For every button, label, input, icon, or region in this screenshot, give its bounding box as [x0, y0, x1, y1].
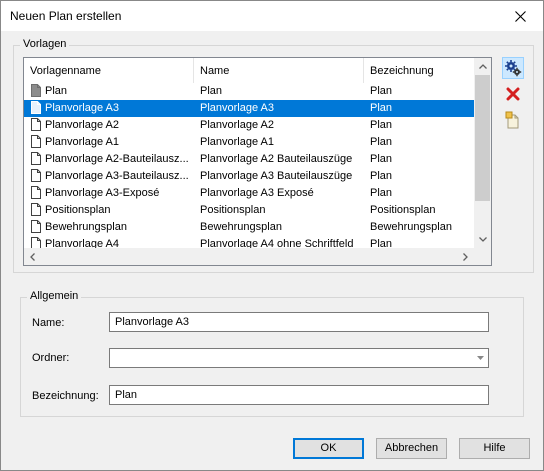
general-legend: Allgemein — [27, 290, 82, 302]
close-button[interactable] — [497, 1, 543, 31]
cell-name: Planvorlage A2 — [200, 119, 274, 131]
cell-template-name: Planvorlage A1 — [28, 134, 194, 151]
chevron-right-icon — [463, 252, 468, 261]
vertical-scrollbar[interactable] — [474, 58, 491, 248]
cell-name: Planvorlage A3 Bauteilauszüge — [200, 170, 353, 182]
cell-designation: Plan — [370, 85, 393, 97]
cell-template-name: Bewehrungsplan — [28, 219, 194, 236]
cell-template-name: Planvorlage A3-Exposé — [28, 185, 194, 202]
list-row[interactable]: Planvorlage A1 Planvorlage A1 Plan — [24, 134, 474, 151]
list-row[interactable]: Planvorlage A3-Bauteilausz... Planvorlage… — [24, 168, 474, 185]
cell-name: Positionsplan — [200, 204, 266, 216]
cancel-button[interactable]: Abbrechen — [376, 438, 447, 459]
template-name-text: Plan — [45, 85, 68, 97]
document-icon — [31, 186, 41, 199]
template-name-text: Planvorlage A2-Bauteilausz... — [45, 153, 189, 165]
scroll-left-button[interactable] — [24, 248, 41, 265]
column-header-designation[interactable]: Bezeichnung — [364, 58, 474, 83]
cell-designation: Plan — [370, 170, 393, 182]
cell-name: Planvorlage A3 Exposé — [200, 187, 314, 199]
template-settings-button[interactable] — [502, 57, 524, 79]
cell-template-name: Plan — [28, 83, 194, 100]
list-row[interactable]: Positionsplan Positionsplan Positionsplan — [24, 202, 474, 219]
cell-designation: Plan — [370, 187, 393, 199]
cell-name: Planvorlage A3 — [200, 102, 274, 114]
document-icon — [31, 118, 41, 131]
template-name-text: Planvorlage A3 — [45, 102, 119, 114]
list-rows: Plan Plan Plan Planvorlage A3 Planvorlage A3… — [24, 83, 474, 253]
folder-combobox[interactable] — [109, 348, 489, 368]
template-name-text: Planvorlage A1 — [45, 136, 119, 148]
list-row[interactable]: Planvorlage A2-Bauteilausz... Planvorlage… — [24, 151, 474, 168]
designation-label: Bezeichnung: — [32, 390, 99, 402]
cell-name: Planvorlage A2 Bauteilauszüge — [200, 153, 353, 165]
settings-gears-icon — [505, 60, 522, 77]
list-header: Vorlagenname Name Bezeichnung — [24, 58, 474, 83]
list-row[interactable]: Bewehrungsplan Bewehrungsplan Bewehrungspl… — [24, 219, 474, 236]
document-icon — [31, 169, 41, 182]
help-button[interactable]: Hilfe — [459, 438, 530, 459]
plan-icon — [31, 84, 41, 97]
scroll-right-button[interactable] — [457, 248, 474, 265]
template-name-text: Positionsplan — [45, 204, 111, 216]
vertical-scroll-thumb[interactable] — [475, 75, 490, 201]
dropdown-arrow-icon — [477, 356, 484, 360]
column-header-template-name[interactable]: Vorlagenname — [24, 58, 194, 83]
templates-legend: Vorlagen — [20, 38, 70, 50]
name-field[interactable]: Planvorlage A3 — [109, 312, 489, 332]
cell-designation: Plan — [370, 153, 393, 165]
list-row[interactable]: Planvorlage A2 Planvorlage A2 Plan — [24, 117, 474, 134]
template-name-text: Bewehrungsplan — [45, 221, 127, 233]
template-name-text: Planvorlage A2 — [45, 119, 119, 131]
new-template-button[interactable] — [502, 109, 524, 131]
cell-template-name: Planvorlage A2 — [28, 117, 194, 134]
list-row[interactable]: Plan Plan Plan — [24, 83, 474, 100]
name-label: Name: — [32, 317, 65, 329]
document-icon — [31, 203, 41, 216]
close-icon — [514, 10, 526, 22]
chevron-up-icon — [478, 64, 487, 69]
cell-template-name: Planvorlage A2-Bauteilausz... — [28, 151, 194, 168]
cell-name: Bewehrungsplan — [200, 221, 282, 233]
template-name-text: Planvorlage A3-Bauteilausz... — [45, 170, 189, 182]
list-row[interactable]: Planvorlage A3-Exposé Planvorlage A3 Expo… — [24, 185, 474, 202]
cell-designation: Plan — [370, 119, 393, 131]
delete-icon — [506, 87, 520, 101]
cell-designation: Plan — [370, 136, 393, 148]
document-icon — [31, 101, 41, 114]
title-bar: Neuen Plan erstellen — [1, 1, 543, 31]
scroll-down-button[interactable] — [474, 231, 491, 248]
cell-name: Planvorlage A1 — [200, 136, 274, 148]
template-name-text: Planvorlage A3-Exposé — [45, 187, 160, 199]
scroll-corner — [474, 248, 491, 265]
folder-label: Ordner: — [32, 352, 70, 364]
cell-template-name: Positionsplan — [28, 202, 194, 219]
document-icon — [31, 152, 41, 165]
dialog-title: Neuen Plan erstellen — [10, 9, 122, 23]
cell-name: Plan — [200, 85, 223, 97]
designation-field[interactable]: Plan — [109, 385, 489, 405]
templates-list[interactable]: Vorlagenname Name Bezeichnung Plan Plan Pl… — [23, 57, 492, 266]
cell-designation: Bewehrungsplan — [370, 221, 452, 233]
cell-designation: Plan — [370, 102, 393, 114]
chevron-down-icon — [478, 237, 487, 242]
document-icon — [31, 220, 41, 233]
horizontal-scrollbar[interactable] — [24, 248, 474, 265]
chevron-left-icon — [30, 252, 35, 261]
scroll-up-button[interactable] — [474, 58, 491, 75]
ok-button[interactable]: OK — [293, 438, 364, 459]
dialog-window: Neuen Plan erstellen Vorlagen Vorlagenna… — [0, 0, 544, 471]
cell-template-name: Planvorlage A3 — [28, 100, 194, 117]
cell-template-name: Planvorlage A3-Bauteilausz... — [28, 168, 194, 185]
list-row[interactable]: Planvorlage A3 Planvorlage A3 Plan — [24, 100, 474, 117]
column-header-name[interactable]: Name — [194, 58, 364, 83]
cell-designation: Positionsplan — [370, 204, 436, 216]
document-icon — [31, 135, 41, 148]
new-template-icon — [505, 111, 519, 129]
delete-template-button[interactable] — [502, 83, 524, 105]
